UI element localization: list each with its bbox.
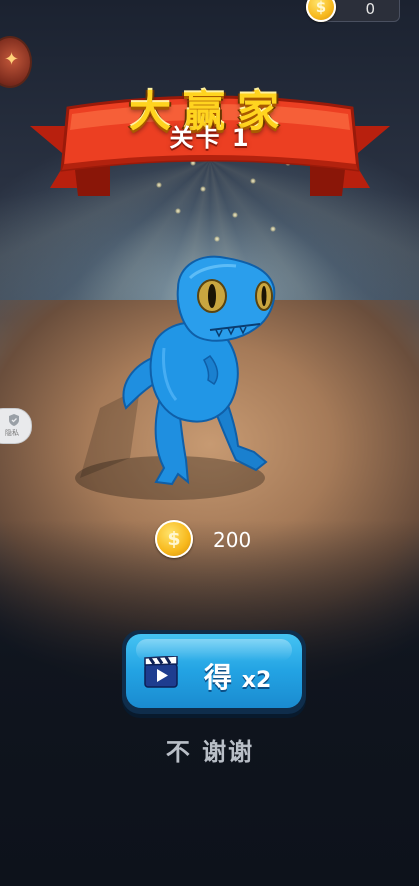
- chest-icon: ✦: [4, 49, 20, 70]
- sparkle: [214, 236, 220, 242]
- no-thanks-button[interactable]: 不 谢谢: [120, 732, 300, 767]
- coin-icon: $: [306, 0, 336, 22]
- shield-icon: [9, 414, 19, 426]
- victory-screen: 0 $ ✦ 隐私 大赢家 关卡 1 $ 200 得 x2 不 谢谢: [0, 0, 419, 886]
- reward-amount: 200: [213, 528, 252, 552]
- double-reward-button-face: 得 x2: [126, 634, 302, 708]
- privacy-label: 隐私: [5, 429, 19, 437]
- reward-display: $ 200: [155, 520, 265, 560]
- double-reward-text: 得: [204, 661, 233, 694]
- coin-balance: 0 $: [306, 0, 400, 22]
- privacy-button[interactable]: 隐私: [0, 408, 32, 444]
- video-ad-icon: [144, 656, 178, 688]
- dinosaur-character: [75, 255, 276, 500]
- level-label: 关卡 1: [169, 124, 251, 152]
- double-reward-button[interactable]: 得 x2: [122, 630, 306, 714]
- coin-balance-value: 0: [365, 0, 375, 18]
- double-reward-factor: x2: [241, 668, 272, 693]
- double-reward-label: 得 x2: [204, 656, 271, 696]
- coin-icon: $: [155, 520, 193, 558]
- victory-banner: 大赢家 关卡 1: [28, 78, 392, 218]
- sparkle: [270, 226, 276, 232]
